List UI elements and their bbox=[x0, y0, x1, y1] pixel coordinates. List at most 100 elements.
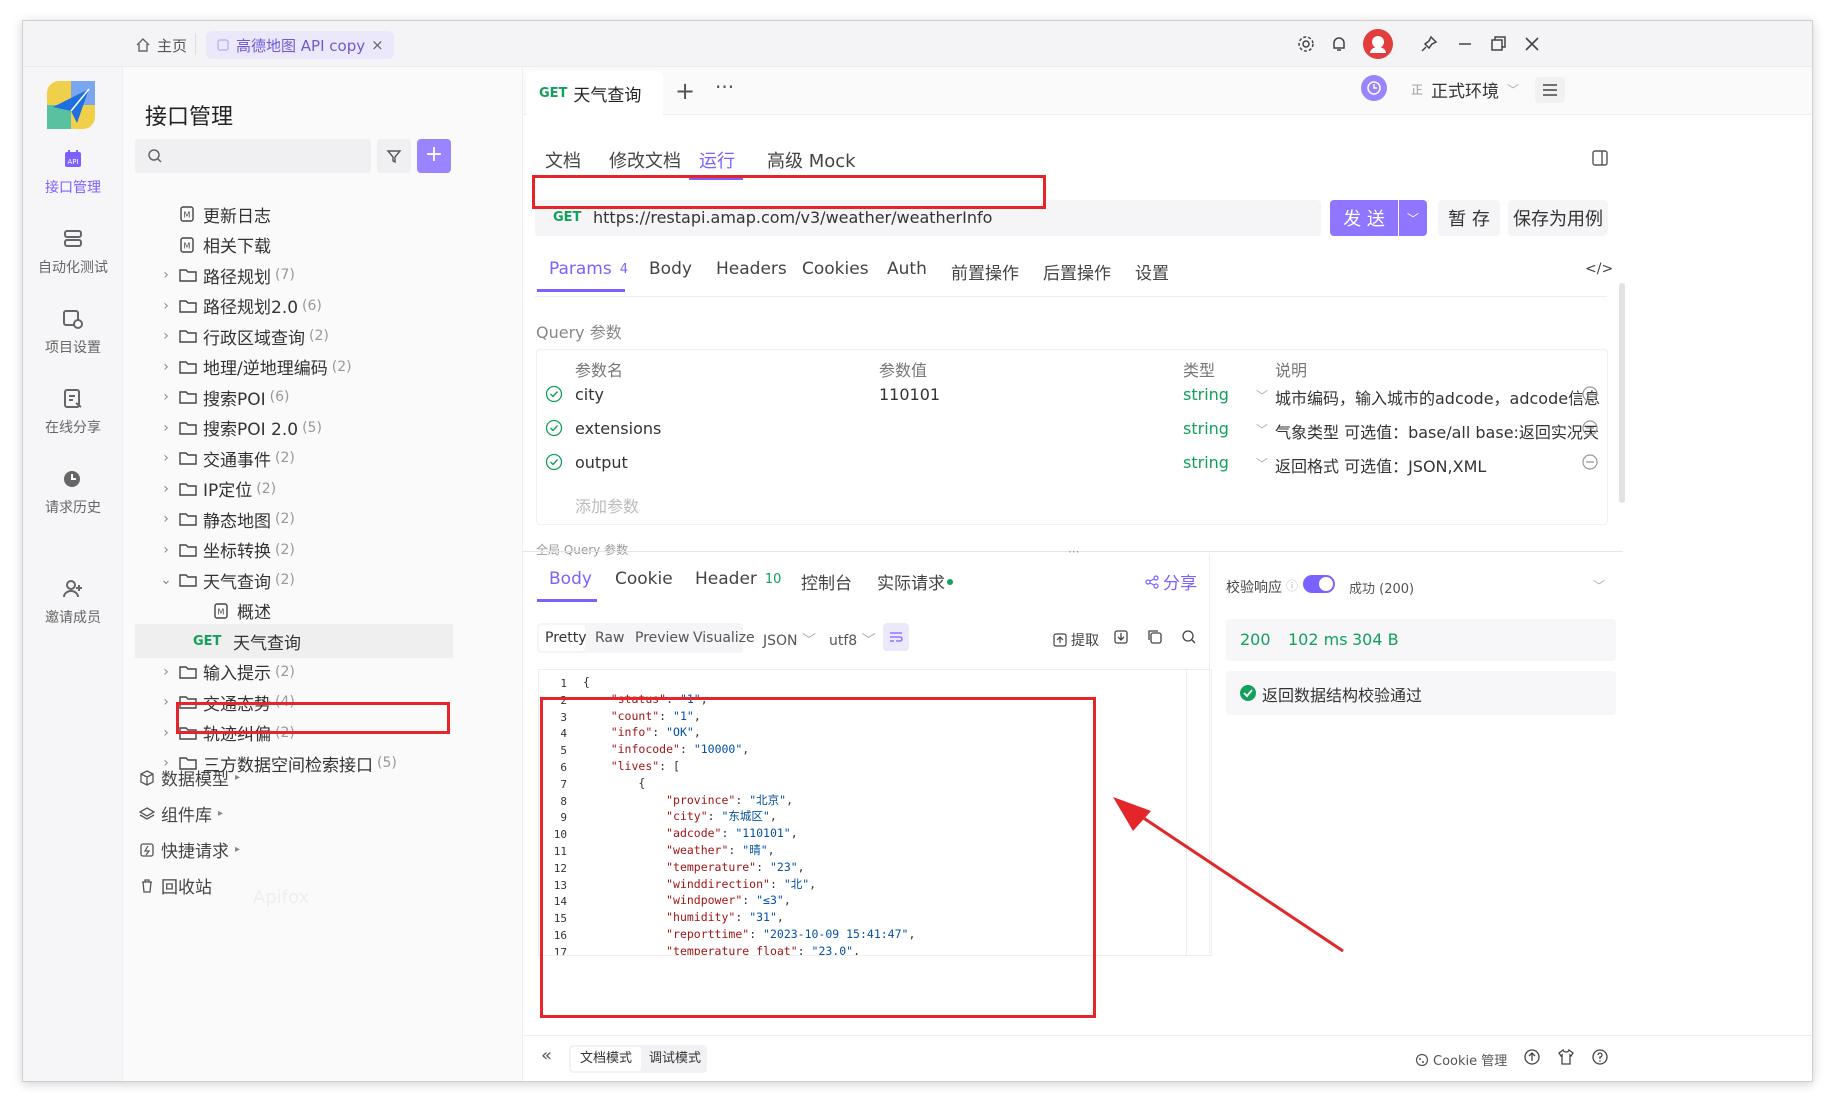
tree-bottom-data-model[interactable]: 数据模型 ▸ bbox=[139, 765, 240, 790]
filter-button[interactable] bbox=[377, 139, 411, 173]
cookie-mgmt-button[interactable]: Cookie 管理 bbox=[1415, 1050, 1507, 1069]
param-enabled-checkbox[interactable] bbox=[545, 419, 563, 437]
tree-folder[interactable]: › IP定位 (2) bbox=[123, 472, 523, 506]
save-case-button[interactable]: 保存为用例 bbox=[1508, 200, 1608, 236]
new-tab-button[interactable]: + bbox=[675, 77, 695, 105]
close-tab-icon[interactable]: × bbox=[371, 36, 384, 54]
upload-icon[interactable] bbox=[1523, 1048, 1541, 1066]
subtab-edit-doc[interactable]: 修改文档 bbox=[609, 147, 681, 173]
view-preview[interactable]: Preview bbox=[635, 630, 690, 646]
avatar[interactable] bbox=[1363, 29, 1393, 59]
url-input[interactable]: https://restapi.amap.com/v3/weather/weat… bbox=[593, 208, 992, 227]
doc-mode-button[interactable]: 文档模式 bbox=[571, 1047, 641, 1071]
req-tab-cookies[interactable]: Cookies bbox=[802, 259, 869, 279]
rail-item-invite[interactable]: 邀请成员 bbox=[23, 577, 123, 627]
method-label[interactable]: GET bbox=[553, 210, 581, 225]
encoding-select[interactable]: utf8 ﹀ bbox=[829, 630, 876, 650]
view-visualize[interactable]: Visualize bbox=[693, 630, 755, 646]
save-button[interactable]: 暂 存 bbox=[1438, 200, 1500, 236]
subtab-mock[interactable]: 高级 Mock bbox=[767, 147, 856, 173]
param-name[interactable]: output bbox=[575, 453, 628, 472]
format-select[interactable]: JSON ﹀ bbox=[763, 630, 816, 650]
send-button[interactable]: 发 送 bbox=[1330, 200, 1398, 236]
chevron-right-icon[interactable]: › bbox=[159, 328, 173, 344]
tree-folder[interactable]: › 交通事件 (2) bbox=[123, 441, 523, 475]
pin-icon[interactable] bbox=[1419, 34, 1439, 54]
tree-folder[interactable]: ⌄ 天气查询 (2) bbox=[123, 563, 523, 597]
chevron-right-icon[interactable]: › bbox=[159, 267, 173, 283]
chevron-down-icon[interactable]: ﹀ bbox=[1256, 385, 1268, 404]
minimize-icon[interactable] bbox=[1455, 34, 1475, 54]
view-pretty[interactable]: Pretty bbox=[545, 630, 587, 646]
code-icon[interactable]: </> bbox=[1585, 261, 1613, 277]
env-switch-icon[interactable] bbox=[1361, 75, 1387, 101]
remove-param-icon[interactable] bbox=[1581, 453, 1599, 471]
rail-item-automation[interactable]: 自动化测试 bbox=[23, 227, 123, 277]
search-icon[interactable] bbox=[1181, 629, 1197, 645]
chevron-right-icon[interactable]: › bbox=[159, 664, 173, 680]
tree-doc[interactable]: M 更新日志 bbox=[123, 197, 523, 231]
tree-bottom-components[interactable]: 组件库 ▸ bbox=[139, 801, 223, 826]
tree-folder[interactable]: › 路径规划2.0 (6) bbox=[123, 289, 523, 323]
api-tab-weather[interactable]: GET 天气查询 bbox=[527, 71, 663, 115]
wrap-toggle[interactable] bbox=[883, 623, 909, 651]
req-tab-settings[interactable]: 设置 bbox=[1135, 259, 1169, 284]
restore-icon[interactable] bbox=[1488, 34, 1508, 54]
param-name[interactable]: extensions bbox=[575, 419, 661, 438]
collapse-icon[interactable]: « bbox=[541, 1045, 552, 1066]
rail-item-history[interactable]: 请求历史 bbox=[23, 467, 123, 517]
req-tab-params[interactable]: Params 4 bbox=[549, 259, 628, 279]
remove-param-icon[interactable] bbox=[1581, 385, 1599, 403]
resp-tab-actual[interactable]: 实际请求 bbox=[877, 569, 953, 594]
menu-button[interactable] bbox=[1535, 77, 1565, 103]
scrollbar[interactable] bbox=[1619, 283, 1625, 503]
chevron-right-icon[interactable]: › bbox=[159, 725, 173, 741]
tree-folder[interactable]: › 行政区域查询 (2) bbox=[123, 319, 523, 353]
rail-item-api[interactable]: API 接口管理 bbox=[23, 147, 123, 197]
param-name[interactable]: city bbox=[575, 385, 604, 404]
download-icon[interactable] bbox=[1113, 629, 1129, 645]
send-dropdown-button[interactable]: ﹀ bbox=[1399, 200, 1427, 236]
param-enabled-checkbox[interactable] bbox=[545, 385, 563, 403]
rail-item-share[interactable]: 在线分享 bbox=[23, 387, 123, 437]
chevron-down-icon[interactable]: ⌄ bbox=[159, 572, 173, 588]
home-tab[interactable]: 主页 bbox=[135, 31, 187, 59]
param-value[interactable]: 110101 bbox=[879, 385, 940, 404]
resp-tab-body[interactable]: Body bbox=[549, 569, 592, 589]
help-icon[interactable]: ⓘ bbox=[1286, 577, 1298, 594]
tree-folder[interactable]: › 地理/逆地理编码 (2) bbox=[123, 350, 523, 384]
chevron-right-icon[interactable]: › bbox=[159, 542, 173, 558]
close-window-icon[interactable] bbox=[1522, 34, 1542, 54]
param-type[interactable]: string bbox=[1183, 453, 1229, 472]
resp-tab-cookie[interactable]: Cookie bbox=[615, 569, 673, 589]
chevron-right-icon[interactable]: › bbox=[159, 511, 173, 527]
bell-icon[interactable] bbox=[1329, 34, 1349, 54]
chevron-right-icon[interactable]: › bbox=[159, 694, 173, 710]
req-tab-post[interactable]: 后置操作 bbox=[1043, 259, 1111, 284]
shirt-icon[interactable] bbox=[1557, 1048, 1575, 1066]
param-description[interactable]: 返回格式 可选值：JSON,XML bbox=[1275, 453, 1486, 477]
param-type[interactable]: string bbox=[1183, 419, 1229, 438]
tree-folder[interactable]: › 静态地图 (2) bbox=[123, 502, 523, 536]
validate-toggle[interactable] bbox=[1303, 575, 1335, 593]
settings-icon[interactable] bbox=[1296, 34, 1316, 54]
chevron-down-icon[interactable]: ﹀ bbox=[1256, 453, 1268, 472]
param-type[interactable]: string bbox=[1183, 385, 1229, 404]
more-tabs-button[interactable]: ··· bbox=[715, 75, 734, 99]
subtab-run[interactable]: 运行 bbox=[699, 147, 735, 173]
tree-doc[interactable]: M 相关下载 bbox=[123, 228, 523, 262]
view-raw[interactable]: Raw bbox=[595, 630, 624, 646]
resize-handle[interactable]: ··· bbox=[1068, 545, 1079, 559]
url-bar[interactable]: GET https://restapi.amap.com/v3/weather/… bbox=[535, 200, 1321, 236]
validate-result[interactable]: 成功 (200) bbox=[1349, 578, 1414, 597]
param-description[interactable]: 城市编码，输入城市的adcode，adcode信息 bbox=[1275, 385, 1600, 409]
req-tab-body[interactable]: Body bbox=[649, 259, 692, 279]
tree-search-input[interactable] bbox=[135, 139, 371, 173]
tree-bottom-quick-request[interactable]: 快捷请求 ▸ bbox=[139, 837, 240, 862]
resp-tab-console[interactable]: 控制台 bbox=[801, 569, 852, 594]
chevron-right-icon[interactable]: › bbox=[159, 450, 173, 466]
copy-icon[interactable] bbox=[1147, 629, 1163, 645]
chevron-right-icon[interactable]: › bbox=[159, 359, 173, 375]
tree-folder[interactable]: › 坐标转换 (2) bbox=[123, 533, 523, 567]
req-tab-headers[interactable]: Headers bbox=[716, 259, 787, 279]
